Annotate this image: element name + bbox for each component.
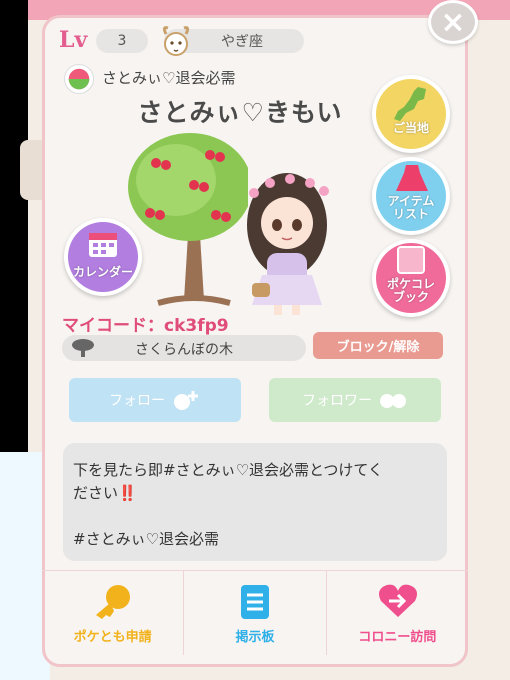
tree-name: さくらんぼの木 [135,342,233,358]
dress-icon [396,165,428,191]
board-icon [241,585,270,619]
goat-icon [162,26,190,56]
avatar [247,173,329,315]
pokecolle-book-button[interactable]: ポケコレ ブック [372,239,450,317]
follow-button[interactable]: フォロー [69,378,241,422]
followers-icon [380,394,406,408]
bulletin-board-button[interactable]: 掲示板 [184,571,327,655]
book-icon [397,246,425,274]
close-button[interactable]: × [428,0,478,44]
profile-message: 下を見たら即#さとみぃ♡退会必需とつけてく ださい‼️ #さとみぃ♡退会必需 [63,443,447,561]
block-button[interactable]: ブロック/解除 [313,332,443,359]
profile-name: さとみぃ♡きもい [137,98,343,127]
level-value: 3 [96,29,148,53]
follower-button[interactable]: フォロワー [269,378,441,422]
japan-map-icon [394,87,426,121]
bottom-nav: ポケとも申請 掲示板 コロニー訪問 [42,570,468,655]
level-icon: Lv [59,27,88,53]
cherry-tree-illustration [128,133,248,306]
watermelon-icon [64,64,94,94]
calendar-icon [89,233,117,257]
colony-visit-button[interactable]: コロニー訪問 [327,571,468,655]
my-code: マイコード：ck3fp9 [62,316,229,336]
subtitle-name: さとみぃ♡退会必需 [102,69,236,87]
visit-icon [378,584,417,617]
calendar-button[interactable]: カレンダー [64,218,142,296]
item-list-button[interactable]: アイテム リスト [372,157,450,235]
key-icon [96,585,130,619]
follow-add-icon [174,391,198,410]
tree-name-pill: さくらんぼの木 [62,335,306,361]
pokefriend-request-button[interactable]: ポケとも申請 [42,571,185,655]
current-location-button[interactable]: ご当地 [372,75,450,153]
